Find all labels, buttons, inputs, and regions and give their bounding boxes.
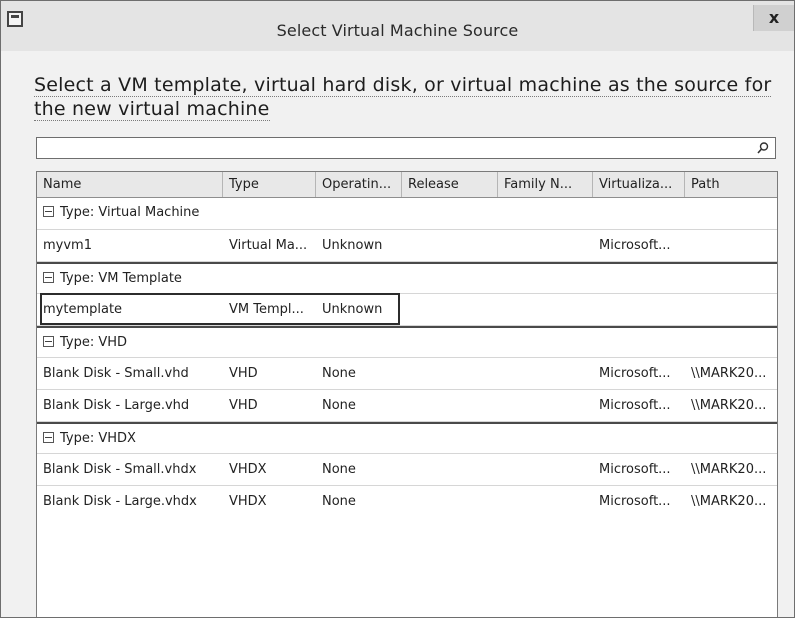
cell-path: \\MARK20... — [691, 494, 767, 509]
cell-type: VHDX — [229, 494, 267, 509]
cell-virtualization: Microsoft... — [599, 238, 671, 253]
cell-operating-system: None — [322, 366, 356, 381]
table-row[interactable]: myvm1 Virtual Ma... Unknown Microsoft... — [37, 230, 777, 262]
cell-name: myvm1 — [43, 238, 92, 253]
column-header-virtualization[interactable]: Virtualiza... — [593, 172, 685, 197]
cell-type: VHDX — [229, 462, 267, 477]
column-header-operating-system[interactable]: Operatin... — [316, 172, 402, 197]
group-label-vhd: Type: VHD — [43, 328, 127, 358]
group-title: Type: VHD — [60, 335, 128, 350]
select-vm-source-dialog: Select Virtual Machine Source x Select a… — [0, 0, 795, 618]
cell-name: Blank Disk - Small.vhdx — [43, 462, 197, 477]
window-title: Select Virtual Machine Source — [276, 21, 519, 40]
column-header-path[interactable]: Path — [685, 172, 777, 197]
cell-operating-system: None — [322, 494, 356, 509]
close-button[interactable]: x — [753, 5, 794, 31]
column-header-type[interactable]: Type — [223, 172, 316, 197]
cell-virtualization: Microsoft... — [599, 462, 671, 477]
group-label-vhdx: Type: VHDX — [43, 424, 136, 454]
title-bar: Select Virtual Machine Source x — [1, 1, 794, 51]
cell-type: VHD — [229, 366, 258, 381]
collapse-icon[interactable] — [43, 272, 54, 283]
instruction-text: Select a VM template, virtual hard disk,… — [34, 74, 772, 121]
table-row[interactable]: Blank Disk - Small.vhd VHD None Microsof… — [37, 358, 777, 390]
selection-highlight — [40, 293, 400, 325]
group-title: Type: VM Template — [60, 271, 182, 286]
group-virtual-machine[interactable]: Type: Virtual Machine — [37, 198, 777, 230]
source-grid: Name Type Operatin... Release Family N..… — [36, 171, 778, 617]
cell-virtualization: Microsoft... — [599, 398, 671, 413]
grid-header: Name Type Operatin... Release Family N..… — [37, 172, 777, 198]
group-vhdx[interactable]: Type: VHDX — [37, 422, 777, 454]
cell-virtualization: Microsoft... — [599, 366, 671, 381]
cell-name: Blank Disk - Large.vhdx — [43, 494, 197, 509]
group-title: Type: Virtual Machine — [60, 205, 200, 220]
cell-name: Blank Disk - Small.vhd — [43, 366, 189, 381]
cell-operating-system: None — [322, 398, 356, 413]
column-header-release[interactable]: Release — [402, 172, 498, 197]
cell-virtualization: Microsoft... — [599, 494, 671, 509]
group-label-virtual-machine: Type: Virtual Machine — [43, 198, 199, 228]
search-icon[interactable] — [756, 141, 770, 155]
group-vhd[interactable]: Type: VHD — [37, 326, 777, 358]
cell-path: \\MARK20... — [691, 366, 767, 381]
instruction-heading: Select a VM template, virtual hard disk,… — [34, 73, 774, 121]
cell-path: \\MARK20... — [691, 398, 767, 413]
column-header-name[interactable]: Name — [37, 172, 223, 197]
column-header-family-name[interactable]: Family N... — [498, 172, 593, 197]
cell-name: Blank Disk - Large.vhd — [43, 398, 190, 413]
cell-type: Virtual Ma... — [229, 238, 308, 253]
cell-type: VHD — [229, 398, 258, 413]
cell-operating-system: None — [322, 462, 356, 477]
group-vm-template[interactable]: Type: VM Template — [37, 262, 777, 294]
table-row[interactable]: Blank Disk - Small.vhdx VHDX None Micros… — [37, 454, 777, 486]
group-label-vm-template: Type: VM Template — [43, 264, 182, 294]
cell-path: \\MARK20... — [691, 462, 767, 477]
group-title: Type: VHDX — [60, 431, 136, 446]
collapse-icon[interactable] — [43, 432, 54, 443]
table-row[interactable]: Blank Disk - Large.vhd VHD None Microsof… — [37, 390, 777, 422]
search-input[interactable] — [36, 137, 776, 159]
table-row[interactable]: Blank Disk - Large.vhdx VHDX None Micros… — [37, 486, 777, 518]
collapse-icon[interactable] — [43, 336, 54, 347]
collapse-icon[interactable] — [43, 206, 54, 217]
cell-operating-system: Unknown — [322, 238, 383, 253]
